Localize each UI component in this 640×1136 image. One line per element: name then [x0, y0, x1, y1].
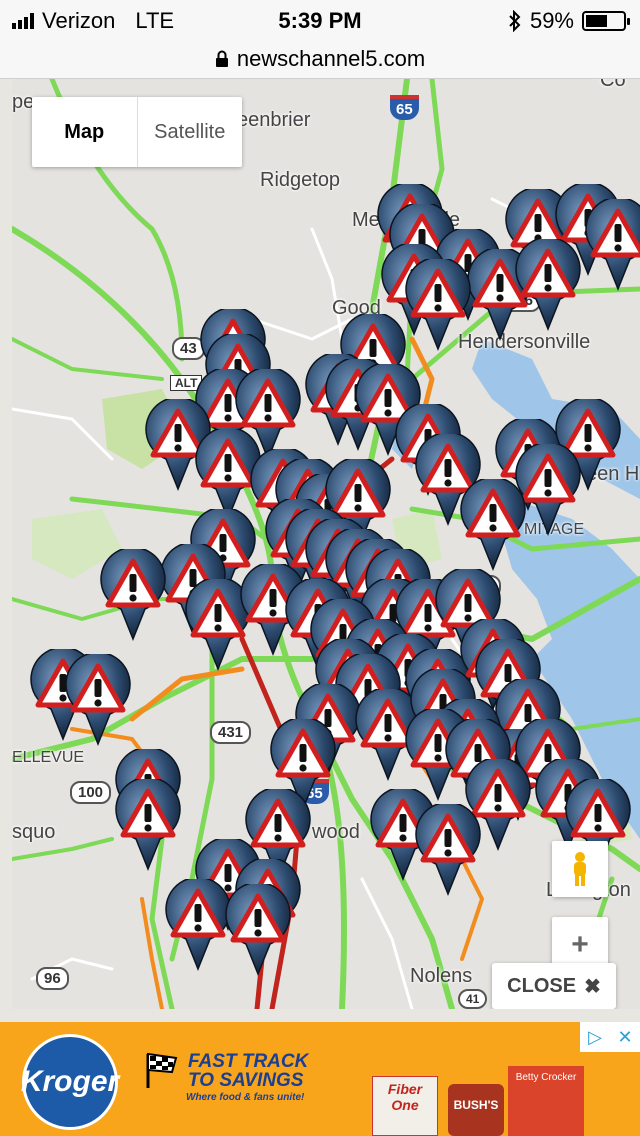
- place-label-pasquo: squo: [12, 821, 56, 843]
- checkered-flag-icon: [146, 1052, 178, 1088]
- place-label-nolensville: Nolens: [410, 965, 473, 987]
- close-label: CLOSE: [507, 974, 577, 997]
- route-100-shield: 100: [70, 781, 112, 804]
- traffic-warning-marker-icon[interactable]: [457, 479, 529, 571]
- traffic-warning-marker-icon[interactable]: [582, 199, 640, 291]
- traffic-warning-marker-icon[interactable]: [222, 884, 294, 976]
- place-label-ridgetop: Ridgetop: [260, 169, 341, 191]
- traffic-map[interactable]: pe Co eenbrier Ridgetop Me lle Good lle …: [12, 79, 640, 1009]
- place-label-corner: Co: [600, 79, 626, 91]
- kroger-brand: Kroger: [20, 1065, 120, 1098]
- battery-level: [586, 15, 607, 27]
- product-bushs: BUSH'S: [448, 1084, 504, 1136]
- kroger-logo: Kroger: [20, 1034, 120, 1130]
- lock-icon: [215, 50, 228, 67]
- ad-headline-line2: TO SAVINGS: [188, 1070, 304, 1091]
- us-431-shield: 431: [210, 721, 252, 744]
- ad-badge: ▷ ✕: [580, 1022, 640, 1052]
- place-label-brentwood: wood: [312, 821, 360, 843]
- ad-headline-line1: FAST TRACK: [188, 1051, 309, 1072]
- close-button[interactable]: CLOSE ✖: [492, 963, 616, 1009]
- traffic-warning-marker-icon[interactable]: [97, 549, 169, 641]
- battery-icon: [582, 11, 630, 31]
- traffic-warning-marker-icon[interactable]: [112, 779, 184, 871]
- traffic-warning-marker-icon[interactable]: [512, 239, 584, 331]
- url-bar[interactable]: newschannel5.com: [0, 40, 640, 79]
- kroger-ad-banner[interactable]: ▷ ✕ Kroger FAST TRACK TO SAVINGS Where f…: [0, 1022, 640, 1136]
- bluetooth-icon: [509, 10, 521, 32]
- map-type-control: Map Satellite: [32, 97, 242, 167]
- close-x-icon: ✖: [584, 975, 601, 998]
- adchoices-icon[interactable]: ▷: [580, 1022, 610, 1052]
- product-fiber-one: Fiber One: [372, 1076, 438, 1136]
- pegman-icon: [574, 852, 586, 886]
- place-label-greenbrier: eenbrier: [237, 109, 311, 131]
- status-bar: Verizon LTE 5:39 PM 59%: [0, 0, 640, 40]
- route-41-shield: 41: [458, 989, 488, 1009]
- traffic-warning-marker-icon[interactable]: [412, 804, 484, 896]
- close-icon[interactable]: ✕: [610, 1022, 640, 1052]
- map-type-satellite-button[interactable]: Satellite: [136, 97, 243, 167]
- traffic-warning-marker-icon[interactable]: [62, 654, 134, 746]
- ad-products: Fiber One BUSH'S Betty Crocker: [372, 1066, 584, 1136]
- street-view-button[interactable]: [552, 841, 608, 897]
- ad-headline: FAST TRACK TO SAVINGS: [188, 1052, 308, 1090]
- traffic-warning-marker-icon[interactable]: [402, 259, 474, 351]
- url-text[interactable]: newschannel5.com: [237, 46, 425, 72]
- route-96-shield: 96: [36, 967, 69, 990]
- interstate-65-north-shield: 65: [390, 95, 419, 120]
- place-label-bellevue: ELLEVUE: [12, 749, 85, 766]
- place-label-pleasant-view: pe: [12, 91, 35, 113]
- map-type-map-button[interactable]: Map: [32, 97, 137, 167]
- status-right: 59%: [508, 8, 630, 34]
- battery-percent: 59%: [529, 8, 574, 33]
- ad-tagline: Where food & fans unite!: [186, 1092, 305, 1103]
- product-betty-crocker: Betty Crocker: [508, 1066, 584, 1136]
